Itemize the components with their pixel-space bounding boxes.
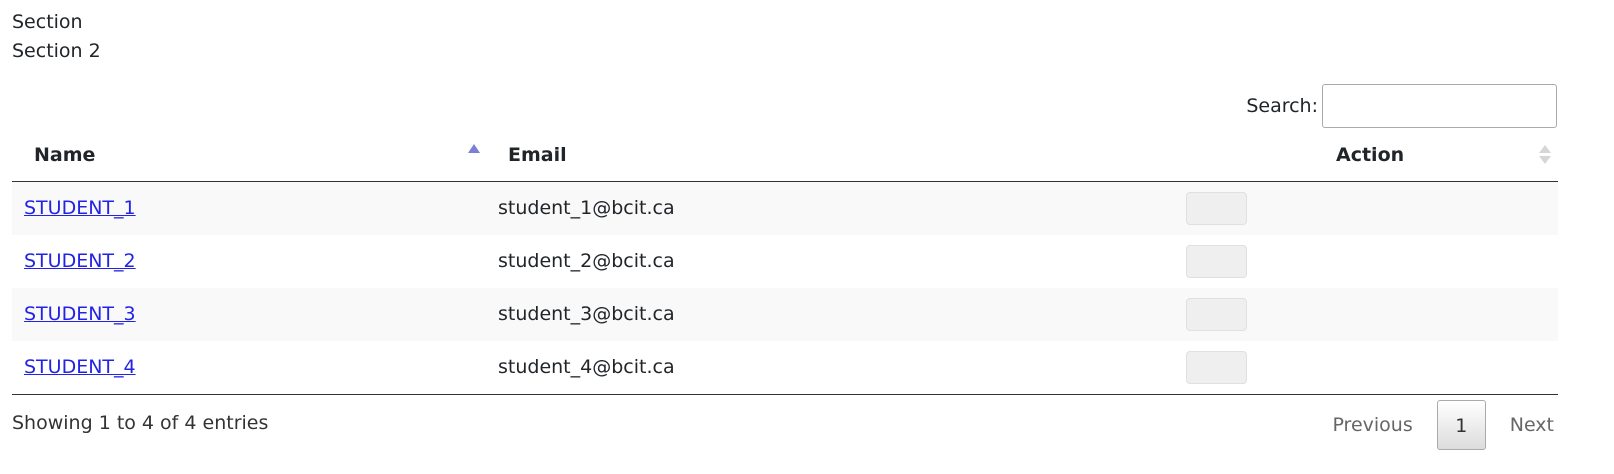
table-info: Showing 1 to 4 of 4 entries bbox=[12, 412, 269, 434]
sort-both-icon bbox=[1539, 145, 1551, 165]
search-label: Search: bbox=[1246, 95, 1318, 117]
section-subtitle: Section 2 bbox=[12, 40, 101, 62]
column-header-action[interactable]: Action bbox=[1336, 132, 1404, 182]
sort-down-arrow-icon bbox=[1539, 156, 1551, 164]
next-button[interactable]: Next bbox=[1494, 400, 1570, 450]
table-row: STUDENT_2 student_2@bcit.ca bbox=[12, 235, 1558, 288]
column-header-email: Email bbox=[508, 144, 567, 166]
table-header-row: Name Email Action bbox=[12, 132, 1558, 182]
search-input[interactable] bbox=[1322, 84, 1557, 128]
student-link[interactable]: STUDENT_3 bbox=[24, 303, 136, 325]
sort-up-arrow-icon bbox=[1539, 145, 1551, 153]
table-body: STUDENT_1 student_1@bcit.ca STUDENT_2 st… bbox=[12, 182, 1558, 394]
student-link[interactable]: STUDENT_2 bbox=[24, 250, 136, 272]
search-container: Search: bbox=[1246, 84, 1557, 128]
student-email: student_4@bcit.ca bbox=[498, 356, 675, 378]
action-button[interactable] bbox=[1186, 351, 1247, 384]
student-email: student_1@bcit.ca bbox=[498, 197, 675, 219]
student-link[interactable]: STUDENT_1 bbox=[24, 197, 136, 219]
table-row: STUDENT_4 student_4@bcit.ca bbox=[12, 341, 1558, 394]
action-button[interactable] bbox=[1186, 245, 1247, 278]
pagination: Previous 1 Next bbox=[1316, 400, 1570, 450]
students-table: Name Email Action STUDENT_1 student_1@bc… bbox=[12, 132, 1558, 394]
action-button[interactable] bbox=[1186, 192, 1247, 225]
action-button[interactable] bbox=[1186, 298, 1247, 331]
sort-ascending-icon bbox=[468, 144, 480, 153]
student-email: student_2@bcit.ca bbox=[498, 250, 675, 272]
student-email: student_3@bcit.ca bbox=[498, 303, 675, 325]
table-row: STUDENT_1 student_1@bcit.ca bbox=[12, 182, 1558, 235]
table-row: STUDENT_3 student_3@bcit.ca bbox=[12, 288, 1558, 341]
section-title: Section bbox=[12, 11, 83, 33]
table-bottom-border bbox=[12, 394, 1558, 395]
previous-button[interactable]: Previous bbox=[1316, 400, 1428, 450]
page: Section Section 2 Search: Name Email Act… bbox=[0, 0, 1614, 474]
column-header-name[interactable]: Name bbox=[34, 132, 95, 182]
page-button-current[interactable]: 1 bbox=[1436, 400, 1486, 450]
student-link[interactable]: STUDENT_4 bbox=[24, 356, 136, 378]
